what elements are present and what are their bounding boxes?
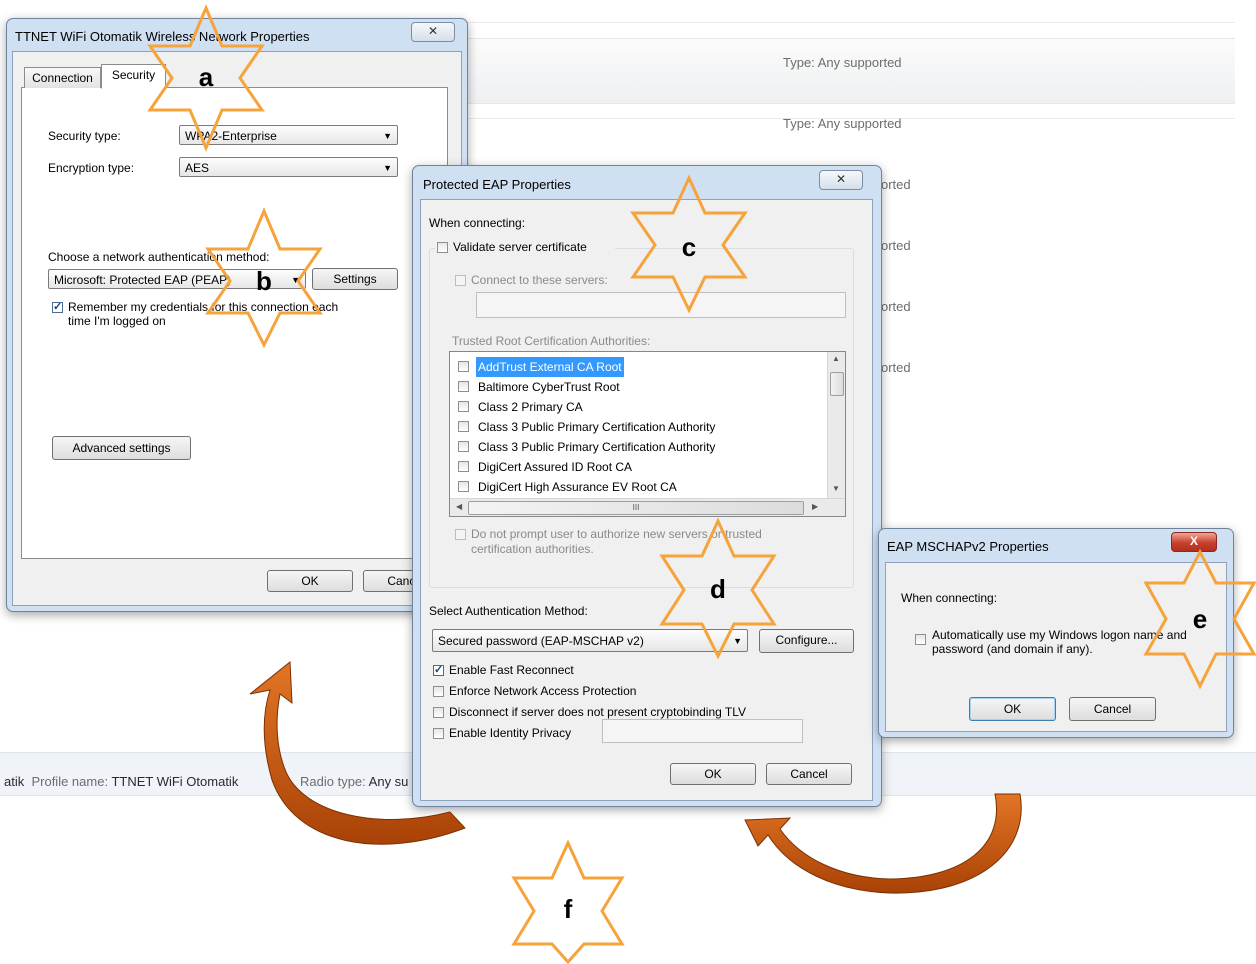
annotation-label-d: d bbox=[710, 574, 726, 604]
annotation-label-a: a bbox=[198, 62, 214, 92]
arrow-to-wireless-icon bbox=[249, 660, 466, 845]
arrow-to-peap-icon bbox=[744, 793, 1022, 894]
annotation-overlay bbox=[147, 4, 1256, 964]
annotation-label-f: f bbox=[563, 894, 573, 924]
annotation-label-b: b bbox=[256, 266, 272, 296]
annotation-label-e: e bbox=[1192, 604, 1208, 634]
annotation-label-c: c bbox=[681, 232, 697, 262]
